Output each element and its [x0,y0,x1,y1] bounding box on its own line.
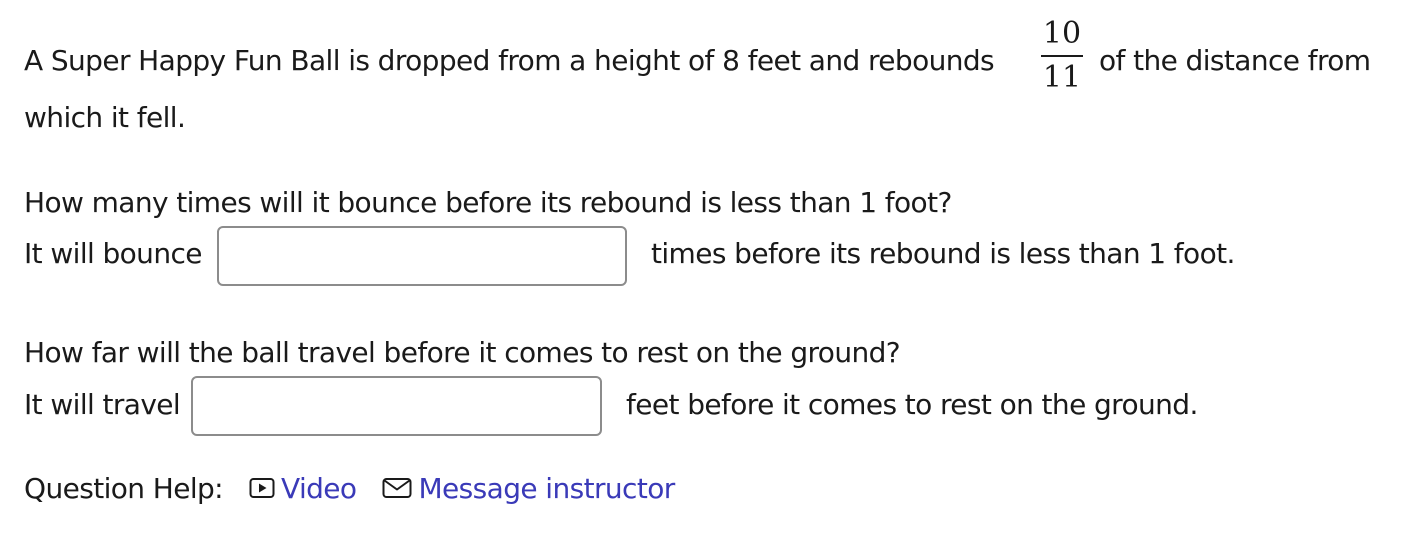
part2-prefix: It will travel [24,387,181,423]
video-play-icon [249,477,275,499]
travel-distance-input[interactable] [191,376,602,436]
part1-question: How many times will it bounce before its… [24,185,952,221]
fraction-denominator: 11 [1042,60,1082,95]
problem-line2-text: which it fell. [24,101,186,134]
video-link-label: Video [281,471,357,505]
part1-question-text: How many times will it bounce before its… [24,186,952,219]
message-instructor-label: Message instructor [418,471,675,505]
part2-question: How far will the ball travel before it c… [24,335,901,371]
part1-prefix-text: It will bounce [24,237,203,270]
problem-statement-line2: which it fell. [24,100,186,136]
message-instructor-link[interactable]: Message instructor [382,471,675,505]
fraction-bar [1041,55,1083,57]
problem-statement-after-fraction: of the distance from [1099,43,1371,79]
problem-intro-text: A Super Happy Fun Ball is dropped from a… [24,44,995,77]
part2-suffix: feet before it comes to rest on the grou… [626,387,1198,423]
part2-question-text: How far will the ball travel before it c… [24,336,901,369]
part1-prefix: It will bounce [24,236,203,272]
video-help-link[interactable]: Video [249,471,357,505]
bounce-count-input[interactable] [217,226,627,286]
part2-suffix-text: feet before it comes to rest on the grou… [626,388,1198,421]
question-help-row: Question Help: Video Message instructor [24,468,701,508]
part2-prefix-text: It will travel [24,388,181,421]
question-help-label: Question Help: [24,471,224,505]
part1-suffix-text: times before its rebound is less than 1 … [651,237,1235,270]
part1-suffix: times before its rebound is less than 1 … [651,236,1235,272]
rebound-fraction: 10 11 [1041,17,1083,95]
problem-after-fraction-text: of the distance from [1099,44,1371,77]
fraction-numerator: 10 [1042,16,1082,51]
problem-statement-line1: A Super Happy Fun Ball is dropped from a… [24,43,995,79]
envelope-icon [382,477,412,499]
